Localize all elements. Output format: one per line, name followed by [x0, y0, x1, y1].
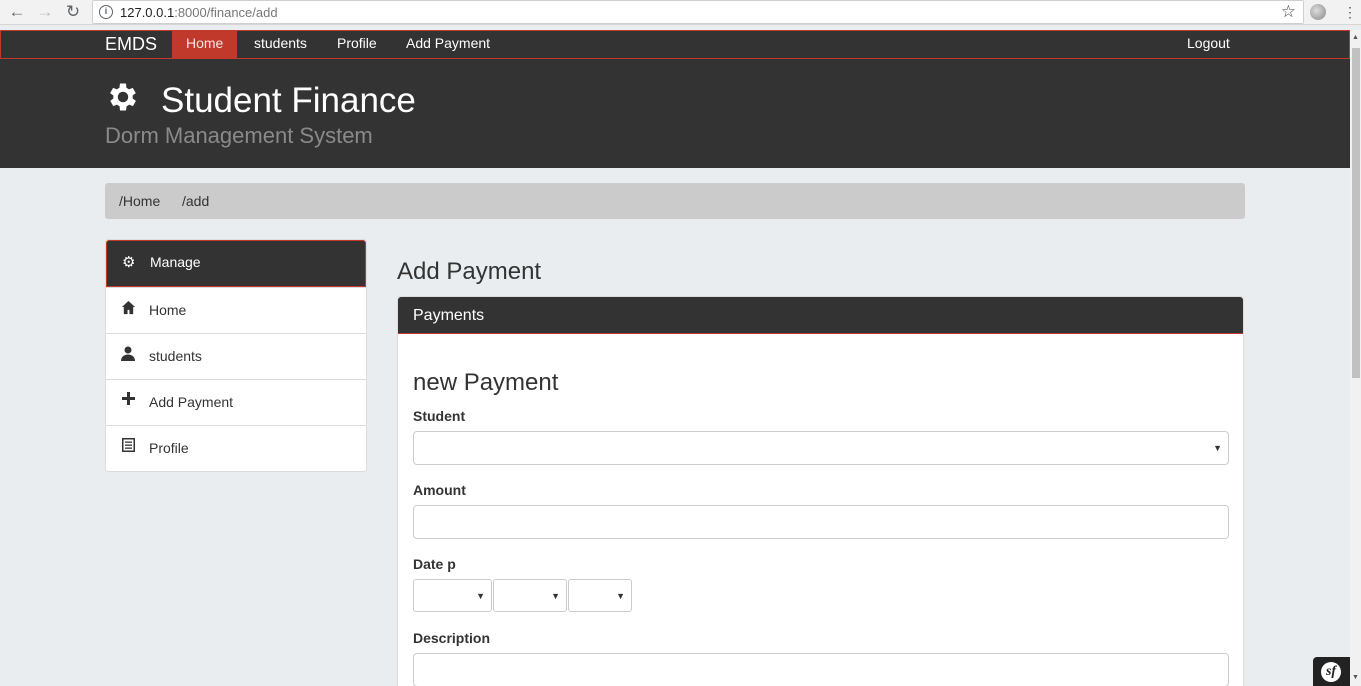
scroll-down-icon[interactable]: ▼ [1352, 674, 1359, 681]
date-day-select[interactable]: ▼ [493, 579, 567, 612]
bookmark-star-icon[interactable]: ☆ [1281, 2, 1296, 22]
sidebar-item-label: Profile [149, 440, 189, 456]
nav-add-payment[interactable]: Add Payment [406, 31, 490, 58]
sidebar-heading: ⚙ Manage [106, 240, 366, 287]
main-heading: Add Payment [397, 258, 542, 285]
chevron-down-icon: ▼ [1213, 443, 1222, 453]
sidebar-heading-label: Manage [150, 254, 201, 270]
browser-toolbar: ← → ↻ i 127.0.0.1:8000/finance/add ☆ ⋮ [0, 0, 1361, 25]
user-icon [120, 346, 136, 362]
info-icon[interactable]: i [99, 5, 113, 19]
chevron-down-icon: ▼ [476, 591, 485, 601]
gear-icon: ⚙ [122, 254, 136, 271]
breadcrumb: /Home /add [105, 183, 1245, 219]
forward-icon[interactable]: → [34, 2, 56, 22]
gear-icon [110, 83, 136, 111]
panel-heading: Payments [398, 297, 1243, 334]
symfony-toolbar[interactable]: sf [1313, 657, 1350, 686]
payments-panel: Payments new Payment Student ▼ Amount Da… [397, 296, 1244, 686]
home-icon [120, 300, 136, 316]
url-host: 127.0.0.1 [120, 5, 175, 20]
sidebar-item-profile[interactable]: Profile [106, 425, 366, 471]
description-field[interactable] [413, 653, 1229, 686]
sidebar-item-label: Add Payment [149, 394, 234, 410]
sidebar: ⚙ Manage Home students Add Payment Profi… [105, 239, 367, 472]
chevron-down-icon: ▼ [551, 591, 560, 601]
top-navbar: EMDS Home students Profile Add Payment L… [0, 30, 1350, 59]
page-header: Student Finance Dorm Management System [0, 59, 1350, 168]
amount-field[interactable] [413, 505, 1229, 539]
breadcrumb-add[interactable]: /add [182, 193, 209, 209]
student-select[interactable]: ▼ [413, 431, 1229, 465]
breadcrumb-home[interactable]: /Home [119, 193, 160, 209]
list-icon [120, 438, 136, 454]
student-label: Student [413, 408, 466, 424]
page-subtitle: Dorm Management System [105, 123, 373, 148]
sidebar-item-students[interactable]: students [106, 333, 366, 379]
date-year-select[interactable]: ▼ [568, 579, 632, 612]
extension-icon[interactable] [1310, 4, 1326, 20]
panel-title: Payments [413, 307, 485, 324]
url-path: :8000/finance/add [174, 5, 278, 20]
plus-icon [120, 392, 136, 408]
symfony-logo-icon[interactable]: sf [1321, 662, 1341, 682]
page-scrollbar[interactable]: ▲ ▼ [1350, 30, 1361, 686]
scroll-thumb[interactable] [1352, 48, 1360, 378]
nav-logout[interactable]: Logout [1187, 31, 1230, 58]
sidebar-item-label: Home [149, 302, 187, 318]
description-label: Description [413, 630, 491, 646]
nav-profile[interactable]: Profile [337, 31, 377, 58]
amount-label: Amount [413, 482, 466, 498]
address-bar[interactable]: i 127.0.0.1:8000/finance/add ☆ [92, 0, 1304, 24]
url-text[interactable]: 127.0.0.1:8000/finance/add [120, 5, 278, 20]
nav-home[interactable]: Home [172, 31, 238, 58]
sidebar-item-home[interactable]: Home [106, 287, 366, 333]
page-title: Student Finance [161, 81, 416, 120]
browser-menu-icon[interactable]: ⋮ [1343, 3, 1357, 21]
sidebar-item-add-payment[interactable]: Add Payment [106, 379, 366, 425]
sidebar-item-label: students [149, 348, 202, 364]
nav-students[interactable]: students [254, 31, 307, 58]
chevron-down-icon: ▼ [616, 591, 625, 601]
back-icon[interactable]: ← [6, 2, 28, 22]
reload-icon[interactable]: ↻ [62, 2, 84, 22]
scroll-up-icon[interactable]: ▲ [1352, 34, 1359, 41]
date-label: Date p [413, 556, 456, 572]
date-month-select[interactable]: ▼ [413, 579, 492, 612]
form-title: new Payment [413, 369, 559, 396]
brand-link[interactable]: EMDS [105, 32, 157, 56]
